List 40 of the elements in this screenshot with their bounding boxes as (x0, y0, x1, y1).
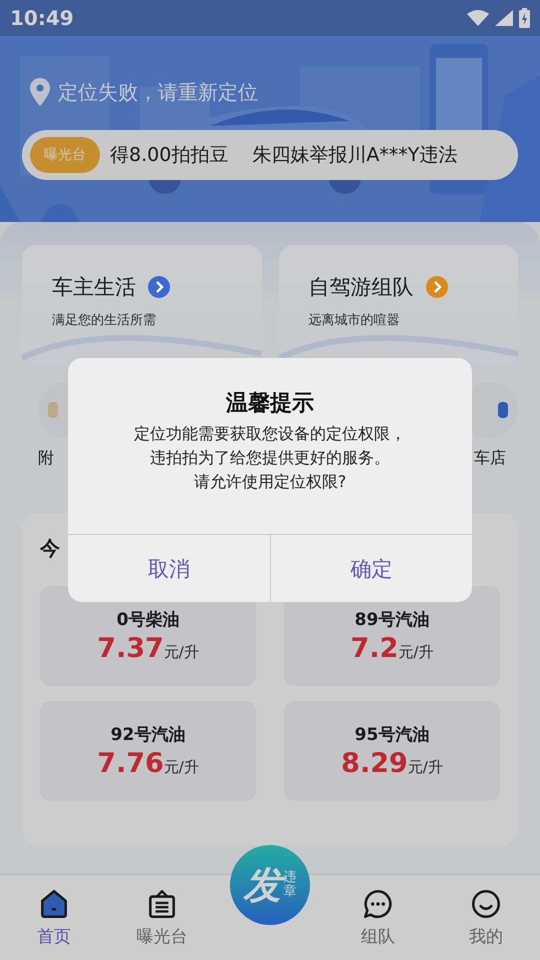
nav-tab[interactable]: 我的 (432, 875, 540, 960)
signal-icon (495, 10, 513, 26)
location-status[interactable]: 定位失败，请重新定位 (58, 78, 258, 106)
price-unit: 元/升 (398, 643, 434, 662)
fuel-name: 0号柴油 (116, 609, 180, 631)
price-unit: 元/升 (164, 643, 199, 662)
price-unit: 元/升 (164, 758, 199, 777)
exposure-badge: 曝光台 (30, 137, 100, 173)
smiley-icon (469, 887, 503, 921)
fuel-price: 7.37 (97, 633, 164, 664)
card-subtitle: 远离城市的喧嚣 (308, 312, 400, 329)
news-ticker[interactable]: 曝光台 得8.00拍拍豆 朱四妹举报川A***Y违法 (22, 130, 518, 180)
nav-tab[interactable]: 组队 (324, 875, 432, 960)
section-title: 今 (40, 535, 61, 562)
status-time: 10:49 (10, 6, 74, 30)
battery-icon (519, 8, 530, 28)
dialog-message: 违拍拍为了给您提供更好的服务。 (150, 447, 390, 469)
card-title: 车主生活 (52, 274, 136, 301)
dialog-message: 请允许使用定位权限? (194, 471, 346, 493)
shortcut-label[interactable]: 车店 (474, 448, 506, 469)
dialog-message: 定位功能需要获取您设备的定位权限， (134, 423, 406, 445)
fuel-price: 8.29 (341, 748, 408, 779)
fuel-price: 7.76 (97, 748, 164, 779)
fuel-name: 95号汽油 (354, 724, 430, 746)
price-unit: 元/升 (408, 758, 443, 777)
wifi-icon (467, 10, 489, 26)
shortcut-label[interactable]: 附 (38, 448, 54, 469)
fuel-name: 89号汽油 (354, 609, 430, 631)
fuel-name: 92号汽油 (110, 724, 186, 746)
dialog-button[interactable]: 取消 (68, 535, 270, 602)
nav-tab[interactable]: 曝光台 (108, 875, 216, 960)
ticker-text: 得8.00拍拍豆 (110, 143, 228, 168)
dialog-button[interactable]: 确定 (270, 535, 472, 602)
location-pin-icon (30, 78, 50, 106)
card-subtitle: 满足您的生活所需 (52, 312, 157, 329)
fuel-price: 7.2 (350, 633, 398, 664)
nav-tab[interactable]: 首页 (0, 875, 108, 960)
ticker-text: 朱四妹举报川A***Y违法 (252, 143, 458, 168)
dialog-title: 温馨提示 (226, 390, 314, 418)
card-title: 自驾游组队 (308, 274, 414, 301)
